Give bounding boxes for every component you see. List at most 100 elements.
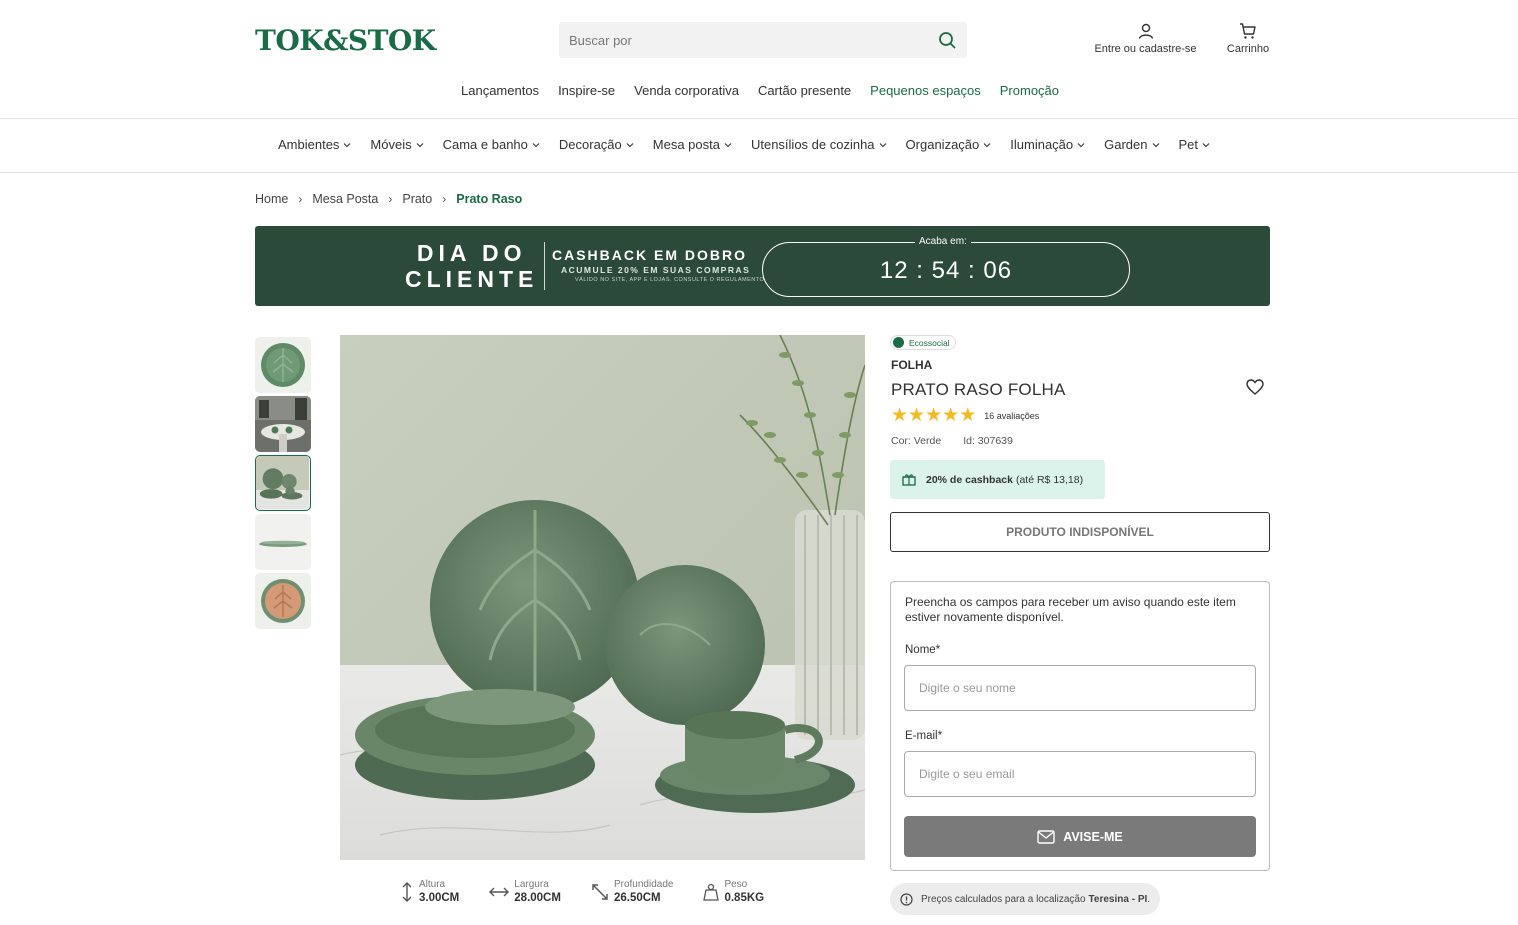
name-label: Nome*: [905, 644, 941, 656]
dimension-weight: Peso 0.85KG: [703, 879, 764, 905]
category-label: Iluminação: [1010, 137, 1074, 152]
search-input[interactable]: [569, 32, 937, 48]
dimension-value: 3.00CM: [419, 892, 460, 904]
dimension-label: Peso: [724, 879, 748, 890]
category-label: Organização: [905, 137, 980, 152]
thumbnail-gallery: [255, 337, 311, 632]
thumbnail-5[interactable]: [255, 573, 311, 629]
dimension-value: 0.85KG: [724, 892, 765, 904]
rating-stars[interactable]: ★ ★ ★ ★ ★ 16 avaliações: [891, 406, 1039, 425]
account-button[interactable]: Entre ou cadastre-se: [1088, 22, 1203, 55]
banner-cashback-fineprint: VÁLIDO NO SITE, APP E LOJAS. CONSULTE O …: [575, 277, 765, 283]
breadcrumb-current: Prato Raso: [456, 192, 523, 206]
depth-icon: [592, 884, 608, 900]
dimension-value: 28.00CM: [514, 892, 561, 904]
thumbnail-3-selected[interactable]: [255, 455, 311, 511]
location-suffix: .: [1147, 893, 1151, 905]
thumbnail-4[interactable]: [255, 514, 311, 570]
countdown-seconds: 06: [983, 257, 1013, 284]
mail-icon: [1037, 829, 1055, 844]
product-main-image[interactable]: [340, 335, 865, 860]
category-organizacao[interactable]: Organização: [906, 137, 992, 152]
unavailable-button[interactable]: PRODUTO INDISPONÍVEL: [890, 512, 1270, 552]
chevron-right-icon: ›: [298, 192, 303, 206]
product-title: PRATO RASO FOLHA: [891, 380, 1066, 399]
height-icon: [402, 882, 412, 902]
category-label: Ambientes: [278, 137, 340, 152]
breadcrumb-prato[interactable]: Prato: [402, 192, 432, 206]
star-icon: ★: [942, 405, 960, 426]
chevron-down-icon: [1152, 142, 1159, 147]
category-label: Cama e banho: [442, 137, 528, 152]
chevron-down-icon: [416, 142, 423, 147]
banner-title-line1: DIA DO: [416, 240, 527, 266]
topnav-venda-corporativa[interactable]: Venda corporativa: [634, 83, 739, 98]
category-divider: [0, 172, 1518, 173]
search-icon[interactable]: [937, 30, 957, 50]
user-icon: [1138, 23, 1153, 39]
countdown-hours: 12: [879, 257, 909, 284]
chevron-down-icon: [1202, 142, 1210, 147]
category-pet[interactable]: Pet: [1179, 137, 1211, 152]
chevron-down-icon: [344, 142, 351, 147]
leaf-icon: [893, 337, 904, 348]
email-field[interactable]: [904, 751, 1256, 797]
chevron-down-icon: [724, 142, 732, 147]
category-iluminacao[interactable]: Iluminação: [1010, 137, 1085, 152]
dimension-label: Altura: [419, 879, 446, 890]
thumbnail-2[interactable]: [255, 396, 311, 452]
product-id: Id: 307639: [963, 435, 1013, 447]
banner-title: DIA DO CLIENTE: [405, 240, 538, 292]
category-garden[interactable]: Garden: [1104, 137, 1159, 152]
name-field[interactable]: [904, 665, 1256, 711]
heart-icon[interactable]: [1246, 379, 1264, 400]
chevron-down-icon: [983, 142, 991, 147]
category-cama-e-banho[interactable]: Cama e banho: [443, 137, 540, 152]
dimension-depth: Profundidade 26.50CM: [591, 879, 673, 905]
chevron-right-icon: ›: [442, 192, 447, 206]
notify-description: Preencha os campos para receber um aviso…: [905, 595, 1236, 624]
header-divider: [0, 118, 1518, 119]
banner-cashback-subtitle: ACUMULE 20% EM SUAS COMPRAS: [561, 265, 751, 275]
category-utensilios-de-cozinha[interactable]: Utensílios de cozinha: [751, 137, 887, 152]
banner-divider: [544, 242, 545, 290]
promo-banner[interactable]: DIA DO CLIENTE CASHBACK EM DOBRO ACUMULE …: [255, 226, 1270, 306]
category-ambientes[interactable]: Ambientes: [278, 137, 351, 152]
topnav-cartao-presente[interactable]: Cartão presente: [758, 83, 851, 98]
width-icon: [489, 887, 510, 897]
countdown-timer: 12 : 54 : 06: [762, 242, 1130, 297]
cart-button[interactable]: Carrinho: [1222, 22, 1274, 55]
topnav-lancamentos[interactable]: Lançamentos: [461, 83, 539, 98]
topnav-pequenos-espacos[interactable]: Pequenos espaços: [870, 83, 981, 98]
location-notice[interactable]: Preços calculados para a localização Ter…: [890, 883, 1161, 915]
search-bar[interactable]: [559, 22, 967, 58]
review-count[interactable]: 16 avaliações: [984, 411, 1039, 421]
product-brand[interactable]: FOLHA: [891, 358, 932, 372]
cart-label: Carrinho: [1226, 43, 1270, 55]
topnav-promocao[interactable]: Promoção: [1000, 83, 1059, 98]
category-nav: Ambientes Móveis Cama e banho Decoração …: [278, 137, 1229, 152]
weight-icon: [703, 883, 720, 901]
thumbnail-1[interactable]: [255, 337, 311, 393]
star-icon: ★: [908, 405, 926, 426]
account-label: Entre ou cadastre-se: [1094, 43, 1197, 55]
gift-icon: [902, 474, 916, 486]
category-decoracao[interactable]: Decoração: [559, 137, 634, 152]
category-moveis[interactable]: Móveis: [370, 137, 423, 152]
chevron-down-icon: [532, 142, 540, 147]
location-text: Preços calculados para a localização: [921, 893, 1086, 905]
breadcrumb-mesa-posta[interactable]: Mesa Posta: [312, 192, 378, 206]
dimension-height: Altura 3.00CM: [400, 879, 459, 905]
breadcrumb-home[interactable]: Home: [255, 192, 288, 206]
chevron-down-icon: [626, 142, 634, 147]
dimension-label: Largura: [514, 879, 549, 890]
dimension-width: Largura 28.00CM: [489, 879, 561, 905]
notify-me-button[interactable]: AVISE-ME: [904, 816, 1256, 857]
location-city: Teresina - PI: [1088, 893, 1148, 905]
category-mesa-posta[interactable]: Mesa posta: [653, 137, 732, 152]
breadcrumb: Home › Mesa Posta › Prato › Prato Raso: [255, 192, 522, 206]
tokstok-logo[interactable]: TOK&STOK: [255, 24, 436, 57]
badge-label: Ecossocial: [909, 337, 950, 348]
topnav-inspire-se[interactable]: Inspire-se: [558, 83, 615, 98]
countdown-minutes: 54: [931, 257, 961, 284]
